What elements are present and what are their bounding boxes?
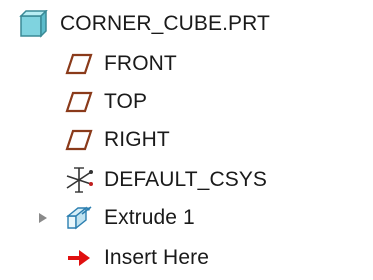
insert-here-arrow-icon: [64, 244, 94, 272]
model-tree: CORNER_CUBE.PRT FRONT TOP RIGHT DEFAULT_…: [0, 0, 373, 280]
tree-item-label: Insert Here: [104, 246, 209, 269]
tree-item-label: Extrude 1: [104, 206, 195, 229]
expand-arrow-icon[interactable]: [36, 211, 50, 225]
tree-item-label: TOP: [104, 90, 148, 113]
tree-item-label: FRONT: [104, 52, 177, 75]
tree-item-label: RIGHT: [104, 128, 170, 151]
root-label: CORNER_CUBE.PRT: [60, 12, 270, 35]
extrude-icon: [64, 204, 94, 232]
datum-plane-icon: [64, 126, 94, 154]
coordinate-system-icon: [64, 166, 94, 194]
datum-plane-icon: [64, 88, 94, 116]
part-icon: [18, 10, 48, 38]
tree-item-label: DEFAULT_CSYS: [104, 168, 268, 191]
datum-plane-icon: [64, 50, 94, 78]
